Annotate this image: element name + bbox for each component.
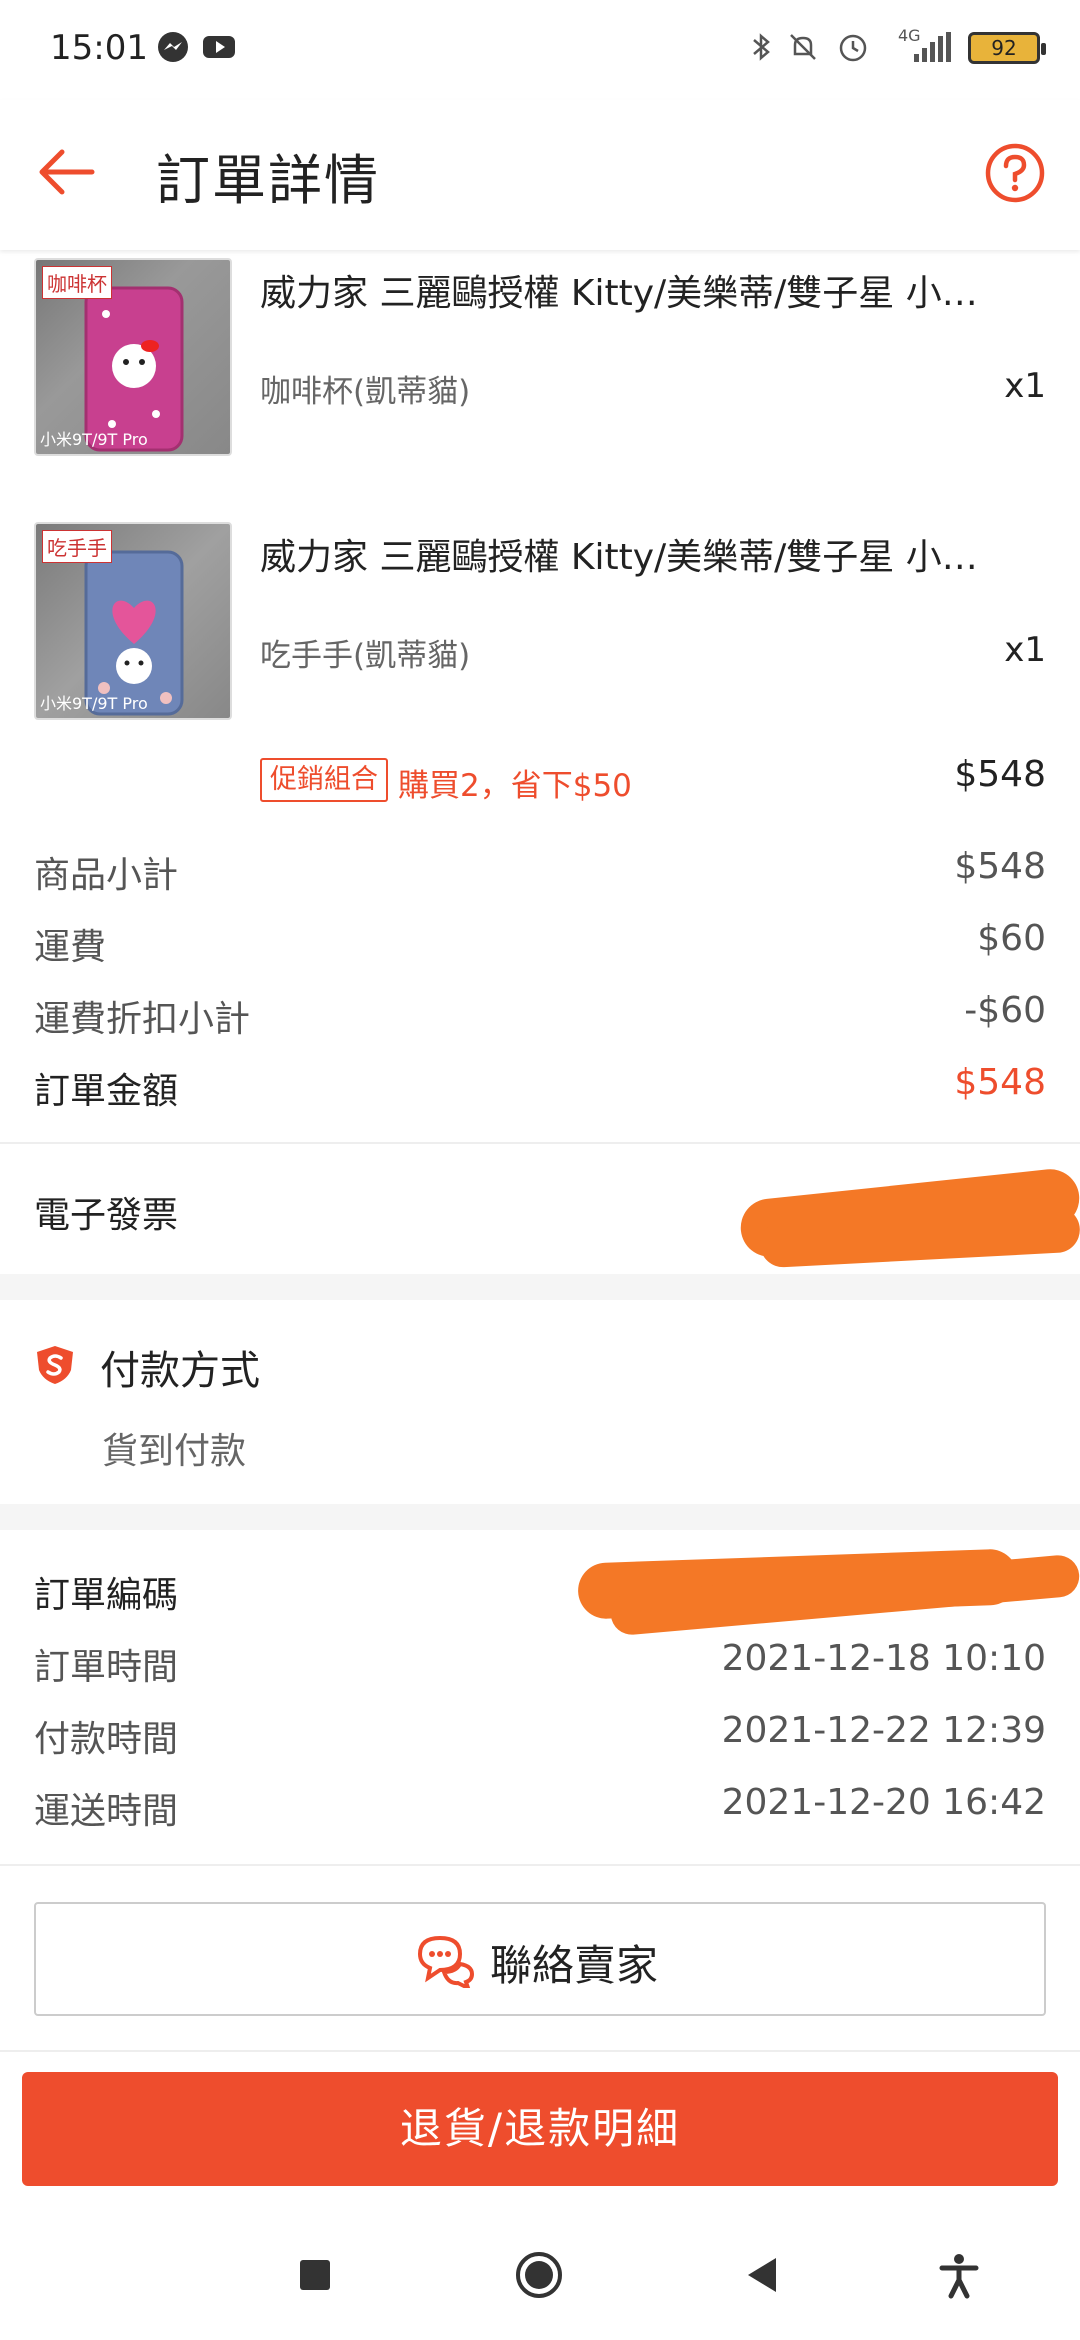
battery-icon: 92 (968, 32, 1046, 64)
promo-bundle-tag: 促銷組合 (260, 758, 388, 802)
thumb-label: 吃手手 (42, 530, 112, 563)
divider (0, 1864, 1080, 1866)
product-quantity: x1 (1004, 366, 1046, 406)
shipping-discount-value: -$60 (964, 990, 1046, 1031)
payment-method-title: 付款方式 (100, 1348, 260, 1394)
subtotal-value: $548 (954, 846, 1046, 887)
shipping-time-value: 2021-12-20 16:42 (721, 1782, 1046, 1823)
mute-icon (790, 34, 816, 60)
contact-seller-label: 聯絡賣家 (490, 1941, 659, 1990)
shipping-time-label: 運送時間 (34, 1791, 179, 1832)
payment-method-value: 貨到付款 (102, 1431, 247, 1472)
product-title[interactable]: 威力家 三麗鷗授權 Kitty/美樂蒂/雙子星 小… (260, 264, 1020, 316)
product-variant: 吃手手(凱蒂貓) (260, 638, 471, 674)
product-thumbnail[interactable]: 咖啡杯 小米9T/9T Pro (34, 258, 232, 456)
accessibility-icon[interactable] (934, 2250, 984, 2300)
help-icon[interactable] (984, 142, 1046, 204)
order-time-label: 訂單時間 (34, 1647, 179, 1688)
order-total-value: $548 (954, 1062, 1046, 1103)
e-invoice-label[interactable]: 電子發票 (34, 1186, 178, 1238)
product-thumbnail[interactable]: 吃手手 小米9T/9T Pro (34, 522, 232, 720)
divider (0, 2050, 1080, 2052)
product-quantity: x1 (1004, 630, 1046, 670)
promo-text: 購買2，省下$50 (398, 768, 632, 804)
divider (0, 1142, 1080, 1144)
shipping-value: $60 (977, 918, 1046, 959)
order-number-label: 訂單編碼 (34, 1575, 179, 1616)
status-time: 15:01 (50, 28, 148, 68)
product-variant: 咖啡杯(凱蒂貓) (260, 374, 471, 410)
thumb-label: 咖啡杯 (42, 266, 112, 299)
youtube-icon (203, 36, 235, 58)
signal-icon (914, 32, 951, 62)
home-icon[interactable] (514, 2250, 564, 2300)
alarm-icon (839, 34, 867, 62)
order-time-value: 2021-12-18 10:10 (721, 1638, 1046, 1679)
payment-time-label: 付款時間 (34, 1719, 179, 1760)
subtotal-label: 商品小計 (34, 855, 179, 896)
thumb-caption: 小米9T/9T Pro (40, 430, 148, 449)
product-title[interactable]: 威力家 三麗鷗授權 Kitty/美樂蒂/雙子星 小… (260, 528, 1020, 580)
messenger-icon (158, 32, 188, 62)
section-gap (0, 1504, 1080, 1530)
section-gap (0, 1274, 1080, 1300)
payment-time-value: 2021-12-22 12:39 (721, 1710, 1046, 1751)
refund-details-button[interactable]: 退貨/退款明細 (22, 2072, 1058, 2186)
back-nav-icon[interactable] (738, 2250, 788, 2300)
order-total-label: 訂單金額 (34, 1071, 179, 1112)
thumb-caption: 小米9T/9T Pro (40, 694, 148, 713)
bluetooth-icon (753, 33, 770, 61)
promo-price: $548 (954, 754, 1046, 795)
recents-icon[interactable] (290, 2250, 340, 2300)
payment-shield-icon (37, 1346, 73, 1384)
back-arrow-icon[interactable] (34, 140, 98, 204)
shipping-discount-label: 運費折扣小計 (34, 999, 251, 1040)
page-title: 訂單詳情 (156, 149, 380, 212)
shipping-label: 運費 (34, 927, 107, 968)
chat-icon (417, 1935, 475, 1988)
